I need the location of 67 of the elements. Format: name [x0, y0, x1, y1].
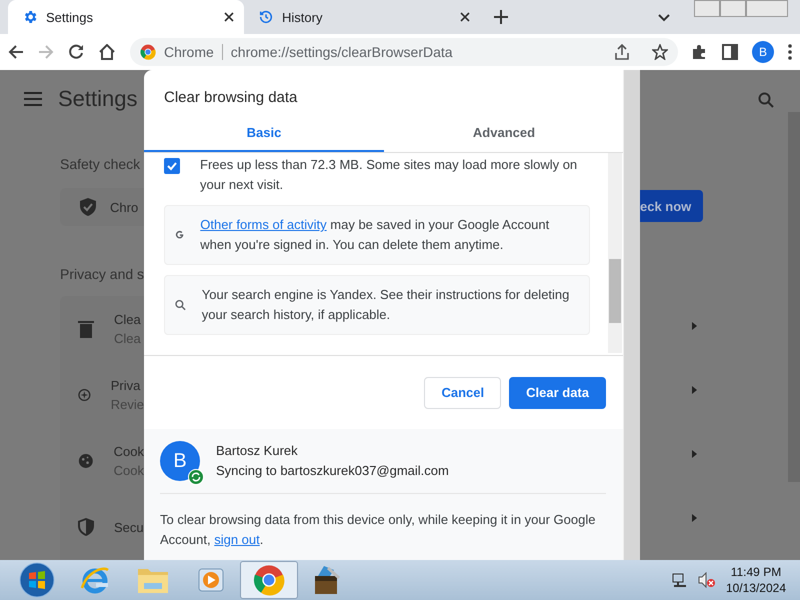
gear-icon [22, 9, 38, 25]
card-text: Chro [110, 200, 138, 214]
profile-avatar[interactable]: B [752, 41, 774, 63]
puzzle-icon[interactable] [692, 44, 708, 60]
footer-text: To clear browsing data from this device only, while keeping it in your Google Account, sign out. [160, 511, 596, 549]
checkmark-icon [166, 160, 178, 172]
browser-tab[interactable]: Settings [8, 0, 244, 34]
star-icon[interactable] [652, 44, 668, 60]
account-name: Bartosz Kurek [216, 442, 299, 460]
shield-check-icon [80, 198, 96, 216]
row-title[interactable]: Clea [114, 312, 141, 327]
chevron-right-icon[interactable] [692, 514, 697, 522]
back-arrow-icon[interactable] [8, 44, 24, 60]
menu-icon[interactable] [24, 92, 42, 106]
minimize-button[interactable] [694, 0, 720, 17]
search-icon[interactable] [758, 92, 774, 108]
checkbox[interactable] [164, 158, 180, 174]
dialog-tab[interactable]: Advanced [384, 115, 624, 152]
start-orb-icon[interactable] [19, 562, 55, 598]
cookie-icon [78, 452, 94, 470]
info-text: Other forms of activity may be saved in your Google Account when you're signed in. You can delete them anytime. [200, 216, 550, 254]
clock[interactable]: 11:49 PM 10/13/2024 [726, 564, 786, 596]
sync-status: Syncing to bartoszkurek037@gmail.com [216, 462, 449, 480]
close-icon[interactable] [224, 12, 234, 22]
shield-icon [78, 518, 94, 536]
chevron-right-icon[interactable] [692, 386, 697, 394]
clear-data-button[interactable]: Clear data [509, 376, 606, 408]
plus-icon[interactable] [494, 10, 508, 24]
trash-icon [78, 320, 94, 338]
chevron-right-icon[interactable] [692, 322, 697, 330]
share-icon[interactable] [614, 44, 630, 60]
network-icon[interactable] [672, 572, 688, 588]
row-title[interactable]: Secu [114, 520, 144, 534]
dialog-title: Clear browsing data [163, 88, 298, 108]
maximize-button[interactable] [720, 0, 746, 17]
check-now-button[interactable]: eck now [640, 190, 704, 222]
close-icon[interactable] [460, 12, 470, 22]
row-title[interactable]: Cook [114, 444, 144, 459]
page-title: Settings [58, 86, 138, 112]
section-heading: Privacy and s [60, 266, 144, 282]
chevron-down-icon[interactable] [658, 14, 670, 22]
scrollbar[interactable] [608, 153, 622, 353]
address-bar[interactable]: Chrome chrome://settings/clearBrowserData [130, 38, 678, 66]
chevron-right-icon[interactable] [692, 450, 697, 458]
close-button[interactable] [746, 0, 788, 17]
home-icon[interactable] [98, 44, 116, 60]
chrome-icon[interactable] [253, 564, 285, 596]
sync-badge-icon [188, 469, 204, 485]
archive-tools-icon[interactable] [312, 564, 342, 596]
clock-icon [258, 9, 274, 25]
media-player-icon[interactable] [197, 566, 225, 594]
side-panel-icon[interactable] [722, 44, 738, 60]
section-heading: Safety check [60, 156, 142, 172]
menu-icon[interactable] [788, 44, 792, 60]
checkbox-label: Frees up less than 72.3 MB. Some sites may load more slowly on your next visit. [200, 156, 578, 194]
activity-link[interactable]: Other forms of activity [200, 217, 327, 232]
chrome-icon[interactable] [140, 44, 156, 60]
dialog-tab[interactable]: Basic [144, 115, 384, 152]
sign-out-link[interactable]: sign out [214, 532, 260, 547]
search-icon [175, 297, 186, 313]
muted-speaker-icon[interactable] [698, 572, 716, 588]
browser-tab[interactable]: History [244, 0, 480, 34]
row-title[interactable]: Priva [110, 378, 144, 393]
info-text: Your search engine is Yandex. See their instructions for deleting your search history, if applicable. [202, 286, 570, 324]
reload-icon[interactable] [68, 44, 84, 60]
scrollbar[interactable] [623, 70, 640, 560]
cancel-button[interactable]: Cancel [424, 376, 502, 408]
